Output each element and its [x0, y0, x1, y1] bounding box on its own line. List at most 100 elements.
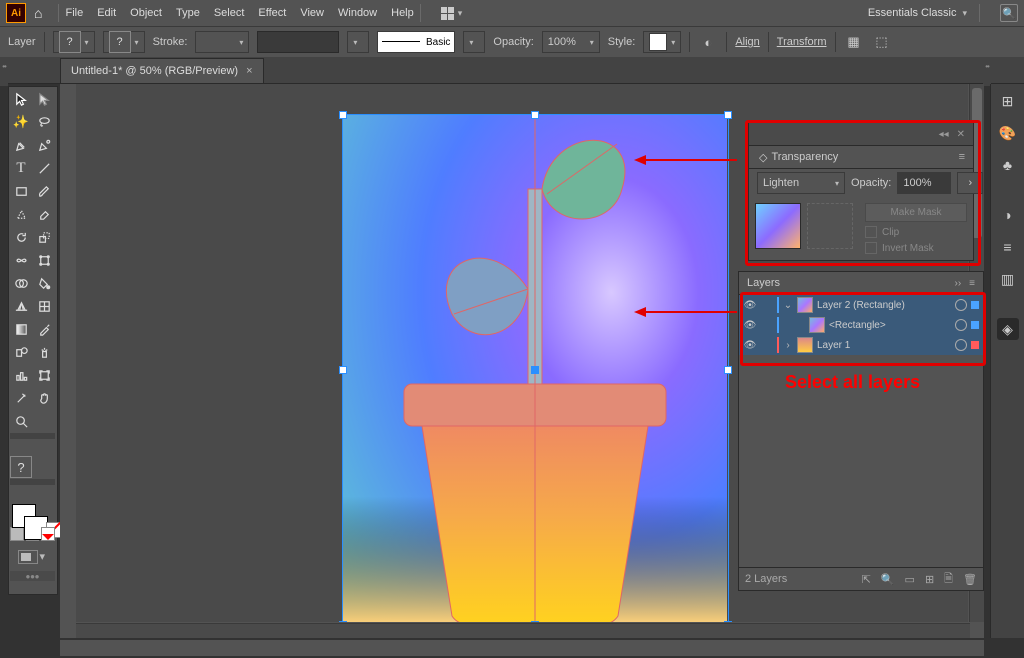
width-tool[interactable] [10, 249, 32, 271]
direct-selection-tool[interactable] [33, 88, 55, 110]
layers-tab[interactable]: Layers [747, 277, 780, 289]
line-tool[interactable] [33, 157, 55, 179]
eyedropper-tool[interactable] [33, 318, 55, 340]
target-icon[interactable] [955, 299, 967, 311]
layer-row[interactable]: 👁 <Rectangle> [739, 315, 983, 335]
transform-link[interactable]: Transform [777, 36, 827, 48]
visibility-icon[interactable]: 👁 [743, 300, 757, 311]
properties-panel-icon[interactable]: ⊞ [997, 90, 1019, 112]
gradient-panel-icon[interactable]: ◑ [997, 204, 1019, 226]
stroke-weight[interactable]: ▾ [195, 31, 249, 53]
column-graph-tool[interactable] [10, 364, 32, 386]
close-panel-icon[interactable]: ✕ [957, 129, 965, 140]
new-sublayer-icon[interactable]: ⊞ [925, 573, 934, 586]
shaper-tool[interactable] [10, 203, 32, 225]
twirl-icon[interactable]: ⌄ [783, 300, 793, 311]
menu-file[interactable]: File [65, 7, 83, 19]
opacity-field[interactable]: 100%▾ [542, 31, 600, 53]
search-icon[interactable]: 🔍 [1000, 4, 1018, 22]
var-width-profile[interactable] [257, 31, 339, 53]
menu-edit[interactable]: Edit [97, 7, 116, 19]
clip-checkbox[interactable]: Clip [865, 226, 967, 238]
rectangle-tool[interactable] [10, 180, 32, 202]
type-tool[interactable]: T [10, 157, 32, 179]
align-link[interactable]: Align [735, 36, 759, 48]
workspace-switcher[interactable]: Essentials Classic [868, 7, 957, 19]
menu-help[interactable]: Help [391, 7, 414, 19]
fill-stroke-swatch[interactable] [10, 502, 55, 524]
selection-indicator[interactable] [971, 301, 979, 309]
slice-tool[interactable] [10, 387, 32, 409]
rotate-tool[interactable] [10, 226, 32, 248]
mask-thumb[interactable] [807, 203, 853, 249]
invert-mask-checkbox[interactable]: Invert Mask [865, 242, 967, 254]
isolate-icon[interactable]: ▦ [844, 32, 864, 52]
zoom-tool[interactable] [10, 410, 32, 432]
horizontal-scrollbar[interactable] [76, 623, 970, 638]
panel-expand-icon[interactable]: ›› [954, 278, 961, 289]
swatches-panel-icon[interactable]: ♣ [997, 154, 1019, 176]
menu-object[interactable]: Object [130, 7, 162, 19]
hand-tool[interactable] [33, 387, 55, 409]
menu-window[interactable]: Window [338, 7, 377, 19]
new-layer-icon[interactable]: 🗎 [944, 570, 953, 589]
blend-tool[interactable] [10, 341, 32, 363]
shape-builder-tool[interactable] [10, 272, 32, 294]
eraser-tool[interactable] [33, 203, 55, 225]
arrange-documents[interactable]: ▾ [441, 7, 463, 20]
select-similar-icon[interactable]: ⬚ [872, 32, 892, 52]
layers-panel-icon[interactable]: ◈ [997, 318, 1019, 340]
selection-indicator[interactable] [971, 341, 979, 349]
menu-view[interactable]: View [300, 7, 324, 19]
brush-definition[interactable]: Basic [377, 31, 455, 53]
magic-wand-tool[interactable]: ✨ [10, 111, 32, 133]
visibility-icon[interactable]: 👁 [743, 340, 757, 351]
document-tab[interactable]: Untitled-1* @ 50% (RGB/Preview) × [60, 58, 264, 83]
export-icon[interactable]: ⇱ [862, 573, 871, 586]
stroke-dropdown[interactable]: ?▾ [103, 31, 145, 53]
target-icon[interactable] [955, 319, 967, 331]
opacity-slider-toggle[interactable]: › [957, 172, 983, 194]
scale-tool[interactable] [33, 226, 55, 248]
curvature-tool[interactable] [33, 134, 55, 156]
target-icon[interactable] [955, 339, 967, 351]
layer-name[interactable]: Layer 1 [817, 340, 850, 351]
delete-layer-icon[interactable]: 🗑 [963, 573, 977, 586]
menu-effect[interactable]: Effect [258, 7, 286, 19]
home-icon[interactable]: ⌂ [34, 5, 42, 21]
layer-name[interactable]: Layer 2 (Rectangle) [817, 300, 905, 311]
color-panel-icon[interactable]: 🎨 [997, 122, 1019, 144]
live-paint-tool[interactable] [33, 272, 55, 294]
menu-select[interactable]: Select [214, 7, 245, 19]
layer-row[interactable]: 👁 › Layer 1 [739, 335, 983, 355]
recolor-icon[interactable]: ◐ [698, 32, 718, 52]
transparency-tab[interactable]: ◇Transparency [749, 146, 848, 168]
layer-name[interactable]: <Rectangle> [829, 320, 886, 331]
visibility-icon[interactable]: 👁 [743, 320, 757, 331]
close-tab-icon[interactable]: × [246, 65, 252, 77]
gradient-tool[interactable] [10, 318, 32, 340]
edit-toolbar[interactable]: ••• [10, 571, 55, 581]
make-mask-button[interactable]: Make Mask [865, 203, 967, 222]
layer-row[interactable]: 👁 ⌄ Layer 2 (Rectangle) [739, 295, 983, 315]
symbol-sprayer-tool[interactable] [33, 341, 55, 363]
perspective-grid-tool[interactable] [10, 295, 32, 317]
artboard-tool[interactable] [33, 364, 55, 386]
panel-menu-icon[interactable]: ≡ [951, 146, 973, 168]
fill-dropdown[interactable]: ?▾ [53, 31, 95, 53]
lasso-tool[interactable] [33, 111, 55, 133]
screen-mode-row[interactable]: ▾ [10, 548, 55, 570]
pen-tool[interactable] [10, 134, 32, 156]
locate-icon[interactable]: 🔍 [881, 573, 895, 586]
transparency-thumb[interactable] [755, 203, 801, 249]
collapse-icon[interactable]: ◂◂ [939, 129, 949, 140]
selection-tool[interactable] [10, 88, 32, 110]
layers-menu-icon[interactable]: ≡ [969, 278, 975, 289]
unknown-tool[interactable]: ? [10, 456, 32, 478]
style-dropdown[interactable]: ▾ [643, 31, 681, 53]
clip-mask-icon[interactable]: ▭ [905, 573, 915, 586]
transparency-panel-icon[interactable]: ▥ [997, 268, 1019, 290]
twirl-icon[interactable]: › [783, 340, 793, 351]
panel-opacity-field[interactable]: 100% [897, 172, 951, 194]
blend-mode-dropdown[interactable]: Lighten▾ [757, 172, 845, 194]
